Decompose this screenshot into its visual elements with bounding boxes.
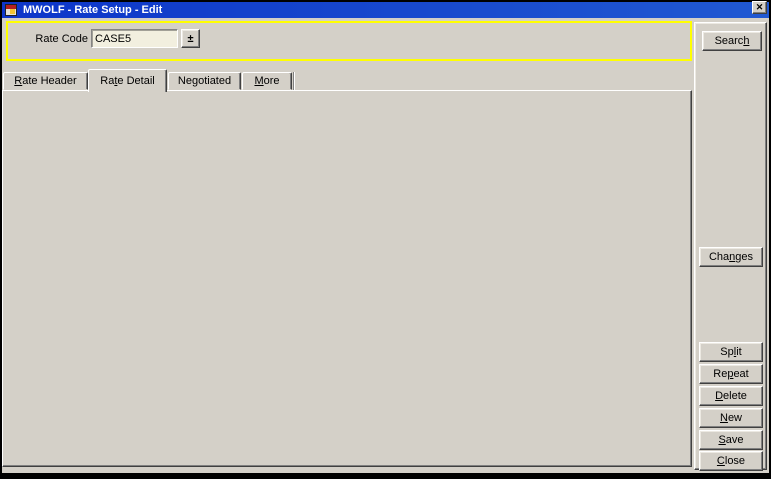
search-button[interactable]: Search (702, 31, 762, 51)
delete-button[interactable]: Delete (699, 386, 763, 406)
save-button[interactable]: Save (699, 430, 763, 450)
app-icon-spark (10, 9, 15, 14)
tab-negotiated[interactable]: Negotiated (168, 72, 241, 90)
action-panel: Search Changes Split Repeat Delete New S… (694, 22, 767, 470)
changes-button[interactable]: Changes (699, 247, 763, 267)
rate-code-lov-button[interactable]: ± (181, 29, 200, 48)
rate-code-input[interactable] (91, 29, 178, 48)
app-icon[interactable] (5, 4, 17, 16)
tab-content-panel (2, 90, 692, 467)
tab-rate-header[interactable]: Rate Header (3, 72, 88, 90)
close-icon[interactable]: ✕ (752, 1, 767, 14)
repeat-button[interactable]: Repeat (699, 364, 763, 384)
rate-setup-window: MWOLF - Rate Setup - Edit ✕ Rate Code ± … (0, 0, 771, 479)
tab-more[interactable]: More (242, 72, 292, 90)
close-button[interactable]: Close (699, 451, 763, 471)
tab-strip-divider (293, 72, 294, 90)
window-title: MWOLF - Rate Setup - Edit (23, 4, 162, 16)
new-button[interactable]: New (699, 408, 763, 428)
split-button[interactable]: Split (699, 342, 763, 362)
tab-rate-detail[interactable]: Rate Detail (88, 69, 167, 92)
rate-code-label: Rate Code (18, 33, 88, 45)
title-bar[interactable]: MWOLF - Rate Setup - Edit (2, 2, 769, 18)
